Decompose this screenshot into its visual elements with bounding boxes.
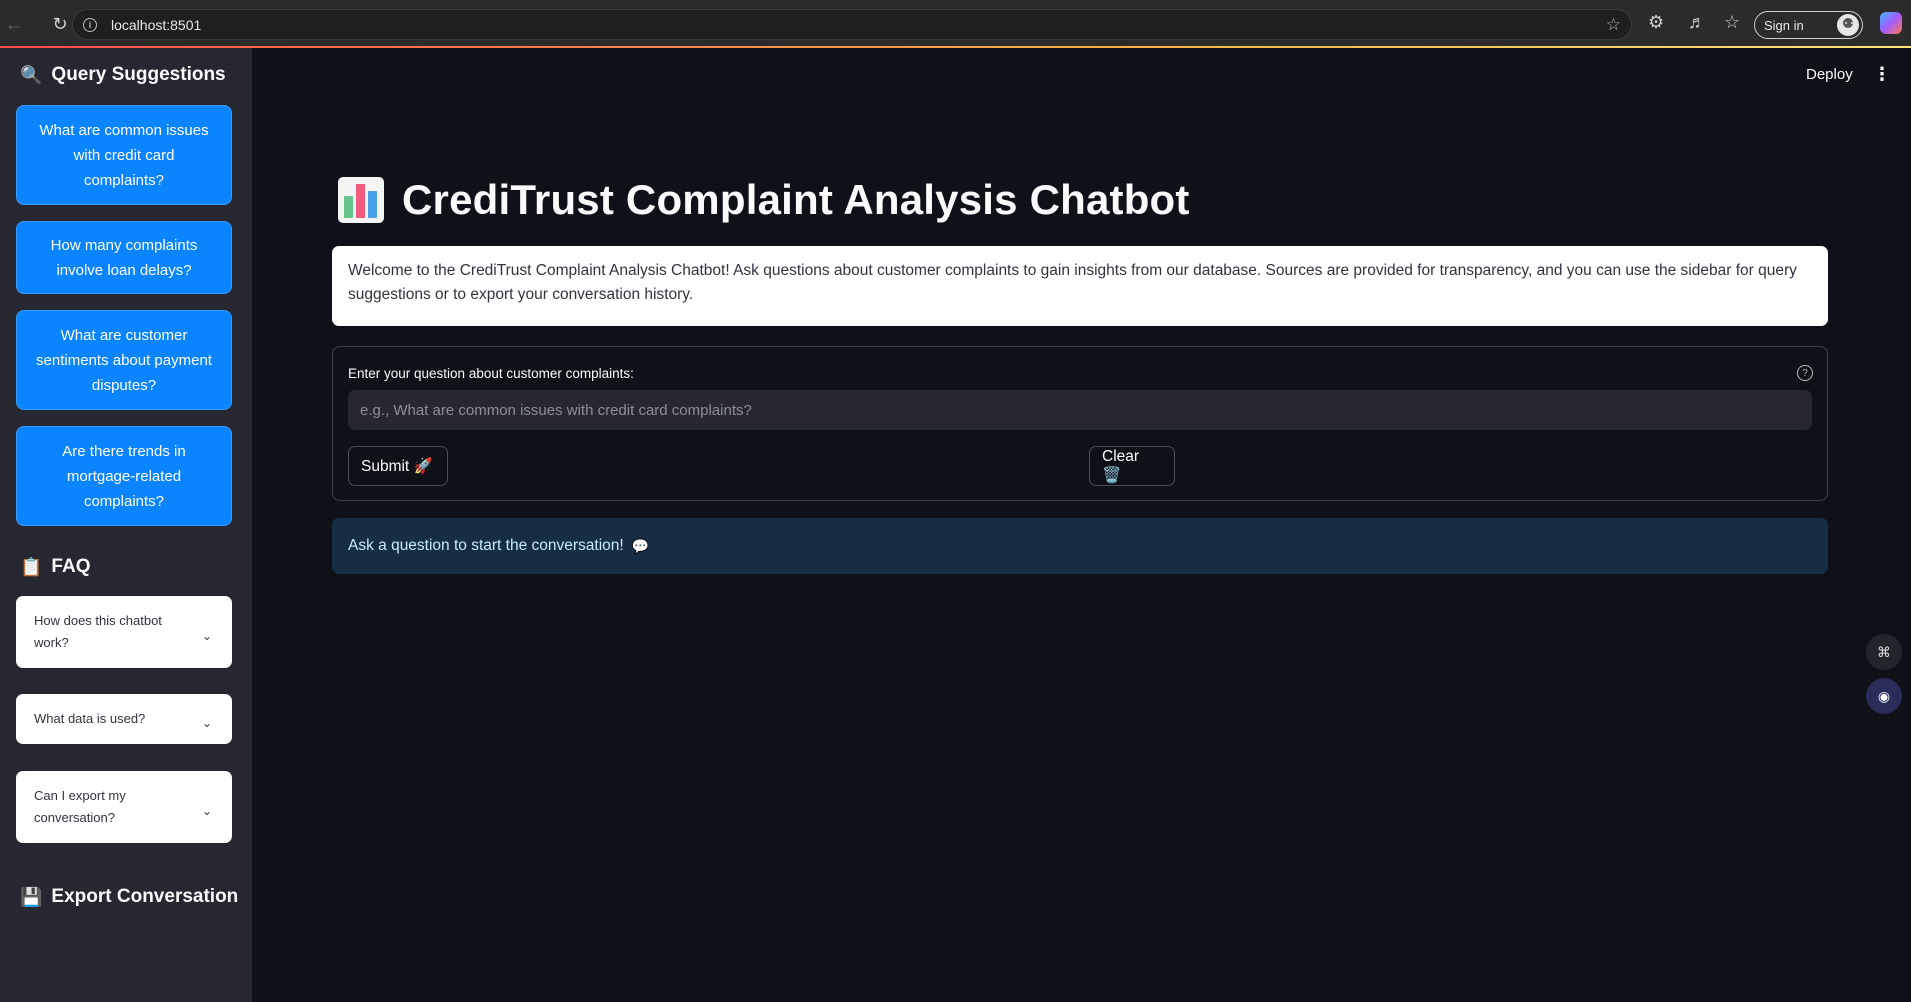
- clipboard-icon: 📋: [20, 556, 43, 577]
- query-suggestions-heading: 🔍 Query Suggestions: [20, 64, 226, 86]
- info-text: Ask a question to start the conversation…: [348, 537, 624, 554]
- question-input-label: Enter your question about customer compl…: [348, 366, 634, 381]
- submit-button[interactable]: Submit 🚀: [348, 446, 448, 486]
- back-arrow-icon[interactable]: ←: [0, 10, 28, 38]
- favorites-icon[interactable]: ☆: [1724, 12, 1740, 33]
- export-conversation-title: Export Conversation: [51, 886, 239, 907]
- conversation-info-alert: Ask a question to start the conversation…: [332, 518, 1828, 574]
- faq-expander-data-used[interactable]: What data is used? ⌄: [16, 694, 232, 744]
- question-input[interactable]: [348, 390, 1812, 430]
- read-aloud-icon[interactable]: ♬: [1688, 12, 1706, 33]
- page-title: CrediTrust Complaint Analysis Chatbot: [402, 176, 1190, 223]
- help-icon[interactable]: ?: [1797, 365, 1813, 381]
- magnifier-icon: 🔍: [20, 64, 43, 85]
- export-conversation-heading: 💾 Export Conversation: [20, 886, 238, 908]
- assistant-bot-icon[interactable]: ◉: [1866, 678, 1902, 714]
- deploy-button[interactable]: Deploy: [1806, 66, 1853, 83]
- bar-chart-icon: [338, 177, 384, 223]
- address-bar[interactable]: i localhost:8501 ☆: [72, 9, 1632, 40]
- faq-heading: 📋 FAQ: [20, 556, 90, 578]
- suggestion-button-mortgage[interactable]: Are there trends in mortgage-related com…: [16, 426, 232, 526]
- apps-grid-icon[interactable]: ⌘: [1866, 634, 1902, 670]
- suggestion-button-payment-disputes[interactable]: What are customer sentiments about payme…: [16, 310, 232, 410]
- bookmark-star-icon[interactable]: ☆: [1606, 15, 1621, 35]
- url-text[interactable]: localhost:8501: [111, 17, 201, 33]
- extensions-icon[interactable]: ⚙: [1648, 12, 1664, 33]
- page-title-row: CrediTrust Complaint Analysis Chatbot: [338, 176, 1190, 224]
- clear-button[interactable]: Clear 🗑️: [1089, 446, 1175, 486]
- more-options-icon[interactable]: ···: [1843, 12, 1861, 33]
- chevron-down-icon: ⌄: [201, 804, 212, 818]
- chevron-down-icon: ⌄: [201, 716, 212, 730]
- welcome-message: Welcome to the CrediTrust Complaint Anal…: [332, 246, 1828, 326]
- sidebar: 🔍 Query Suggestions What are common issu…: [0, 48, 252, 1002]
- query-suggestions-title: Query Suggestions: [51, 64, 226, 85]
- suggestion-button-credit-card[interactable]: What are common issues with credit card …: [16, 105, 232, 205]
- floppy-disk-icon: 💾: [20, 886, 43, 907]
- browser-toolbar: ← ↻ i localhost:8501 ☆ ⚙ ♬ ☆ Sign in ···: [0, 0, 1911, 48]
- copilot-icon[interactable]: [1880, 12, 1902, 34]
- faq-question: Can I export my conversation?: [34, 788, 126, 825]
- main-menu-icon[interactable]: ⋮: [1873, 64, 1891, 85]
- faq-expander-export[interactable]: Can I export my conversation? ⌄: [16, 771, 232, 843]
- faq-title: FAQ: [51, 556, 91, 577]
- sign-in-label: Sign in: [1764, 17, 1804, 33]
- chevron-down-icon: ⌄: [201, 629, 212, 643]
- faq-question: What data is used?: [34, 711, 146, 726]
- faq-expander-how-it-works[interactable]: How does this chatbot work? ⌄: [16, 596, 232, 668]
- site-info-icon[interactable]: i: [83, 17, 97, 32]
- question-form: Enter your question about customer compl…: [332, 346, 1828, 501]
- faq-question: How does this chatbot work?: [34, 613, 162, 650]
- suggestion-button-loan-delays[interactable]: How many complaints involve loan delays?: [16, 221, 232, 294]
- speech-bubble-icon: 💬: [631, 537, 650, 554]
- reload-icon[interactable]: ↻: [46, 10, 74, 38]
